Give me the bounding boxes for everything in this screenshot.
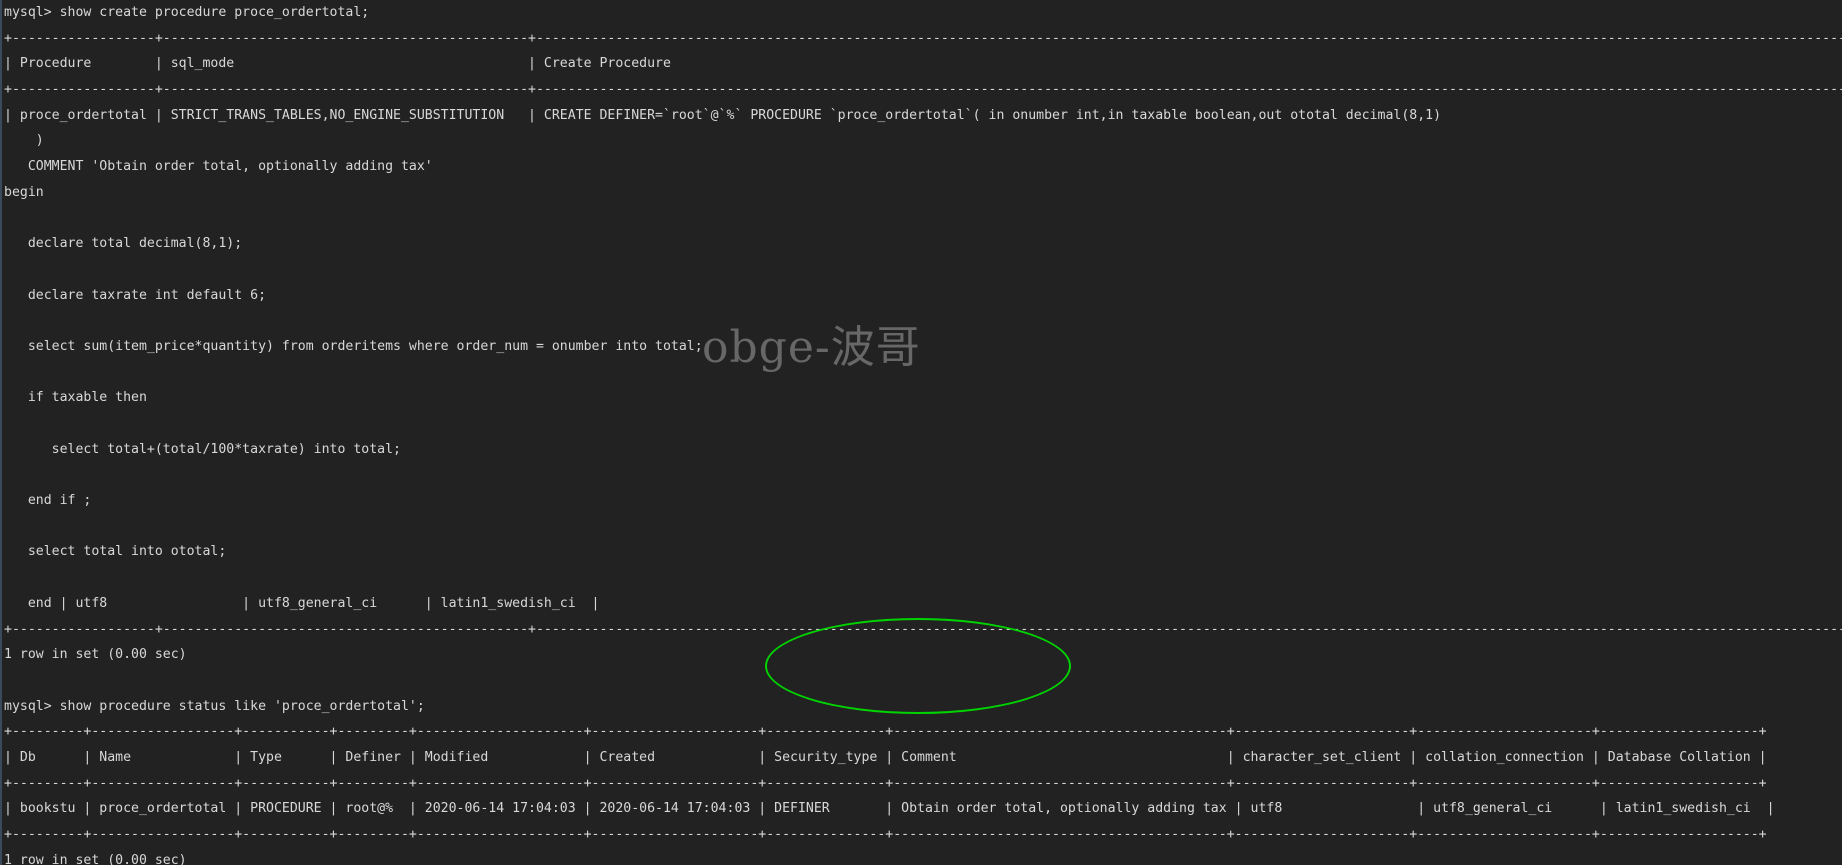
terminal-line: begin: [4, 184, 44, 200]
terminal-line: select total into ototal;: [4, 544, 227, 560]
terminal-line: +---------+------------------+----------…: [4, 775, 1767, 791]
terminal-line: | proce_ordertotal | STRICT_TRANS_TABLES…: [4, 107, 1442, 123]
terminal-line: end if ;: [4, 493, 92, 509]
terminal-line: +------------------+--------------------…: [4, 82, 1842, 98]
terminal-line: if taxable then: [4, 390, 147, 406]
terminal-line: +------------------+--------------------…: [4, 30, 1842, 46]
terminal-line: | Procedure | sql_mode | Create Procedur…: [4, 56, 671, 72]
terminal-window[interactable]: mysql> show create procedure proce_order…: [0, 0, 1842, 865]
terminal-line: declare taxrate int default 6;: [4, 287, 267, 303]
terminal-line: +------------------+--------------------…: [4, 621, 1842, 637]
terminal-line: +---------+------------------+----------…: [4, 724, 1767, 740]
terminal-line: 1 row in set (0.00 sec): [4, 647, 187, 663]
terminal-line: +---------+------------------+----------…: [4, 827, 1767, 842]
terminal-line: end | utf8 | utf8_general_ci | latin1_sw…: [4, 595, 600, 611]
terminal-line: mysql> show procedure status like 'proce…: [4, 698, 425, 714]
terminal-line: | bookstu | proce_ordertotal | PROCEDURE…: [4, 801, 1775, 817]
terminal-line: COMMENT 'Obtain order total, optionally …: [4, 159, 433, 175]
terminal-left-border: [0, 0, 2, 865]
terminal-line: select total+(total/100*taxrate) into to…: [4, 441, 401, 457]
terminal-line: | Db | Name | Type | Definer | Modified …: [4, 749, 1767, 765]
terminal-line: mysql> show create procedure proce_order…: [4, 5, 370, 20]
terminal-line: 1 row in set (0.00 sec): [4, 852, 187, 865]
terminal-line: select sum(item_price*quantity) from ord…: [4, 338, 703, 354]
terminal-output: mysql> show create procedure proce_order…: [4, 0, 1842, 865]
terminal-line: declare total decimal(8,1);: [4, 236, 243, 252]
terminal-line: ): [4, 133, 44, 149]
